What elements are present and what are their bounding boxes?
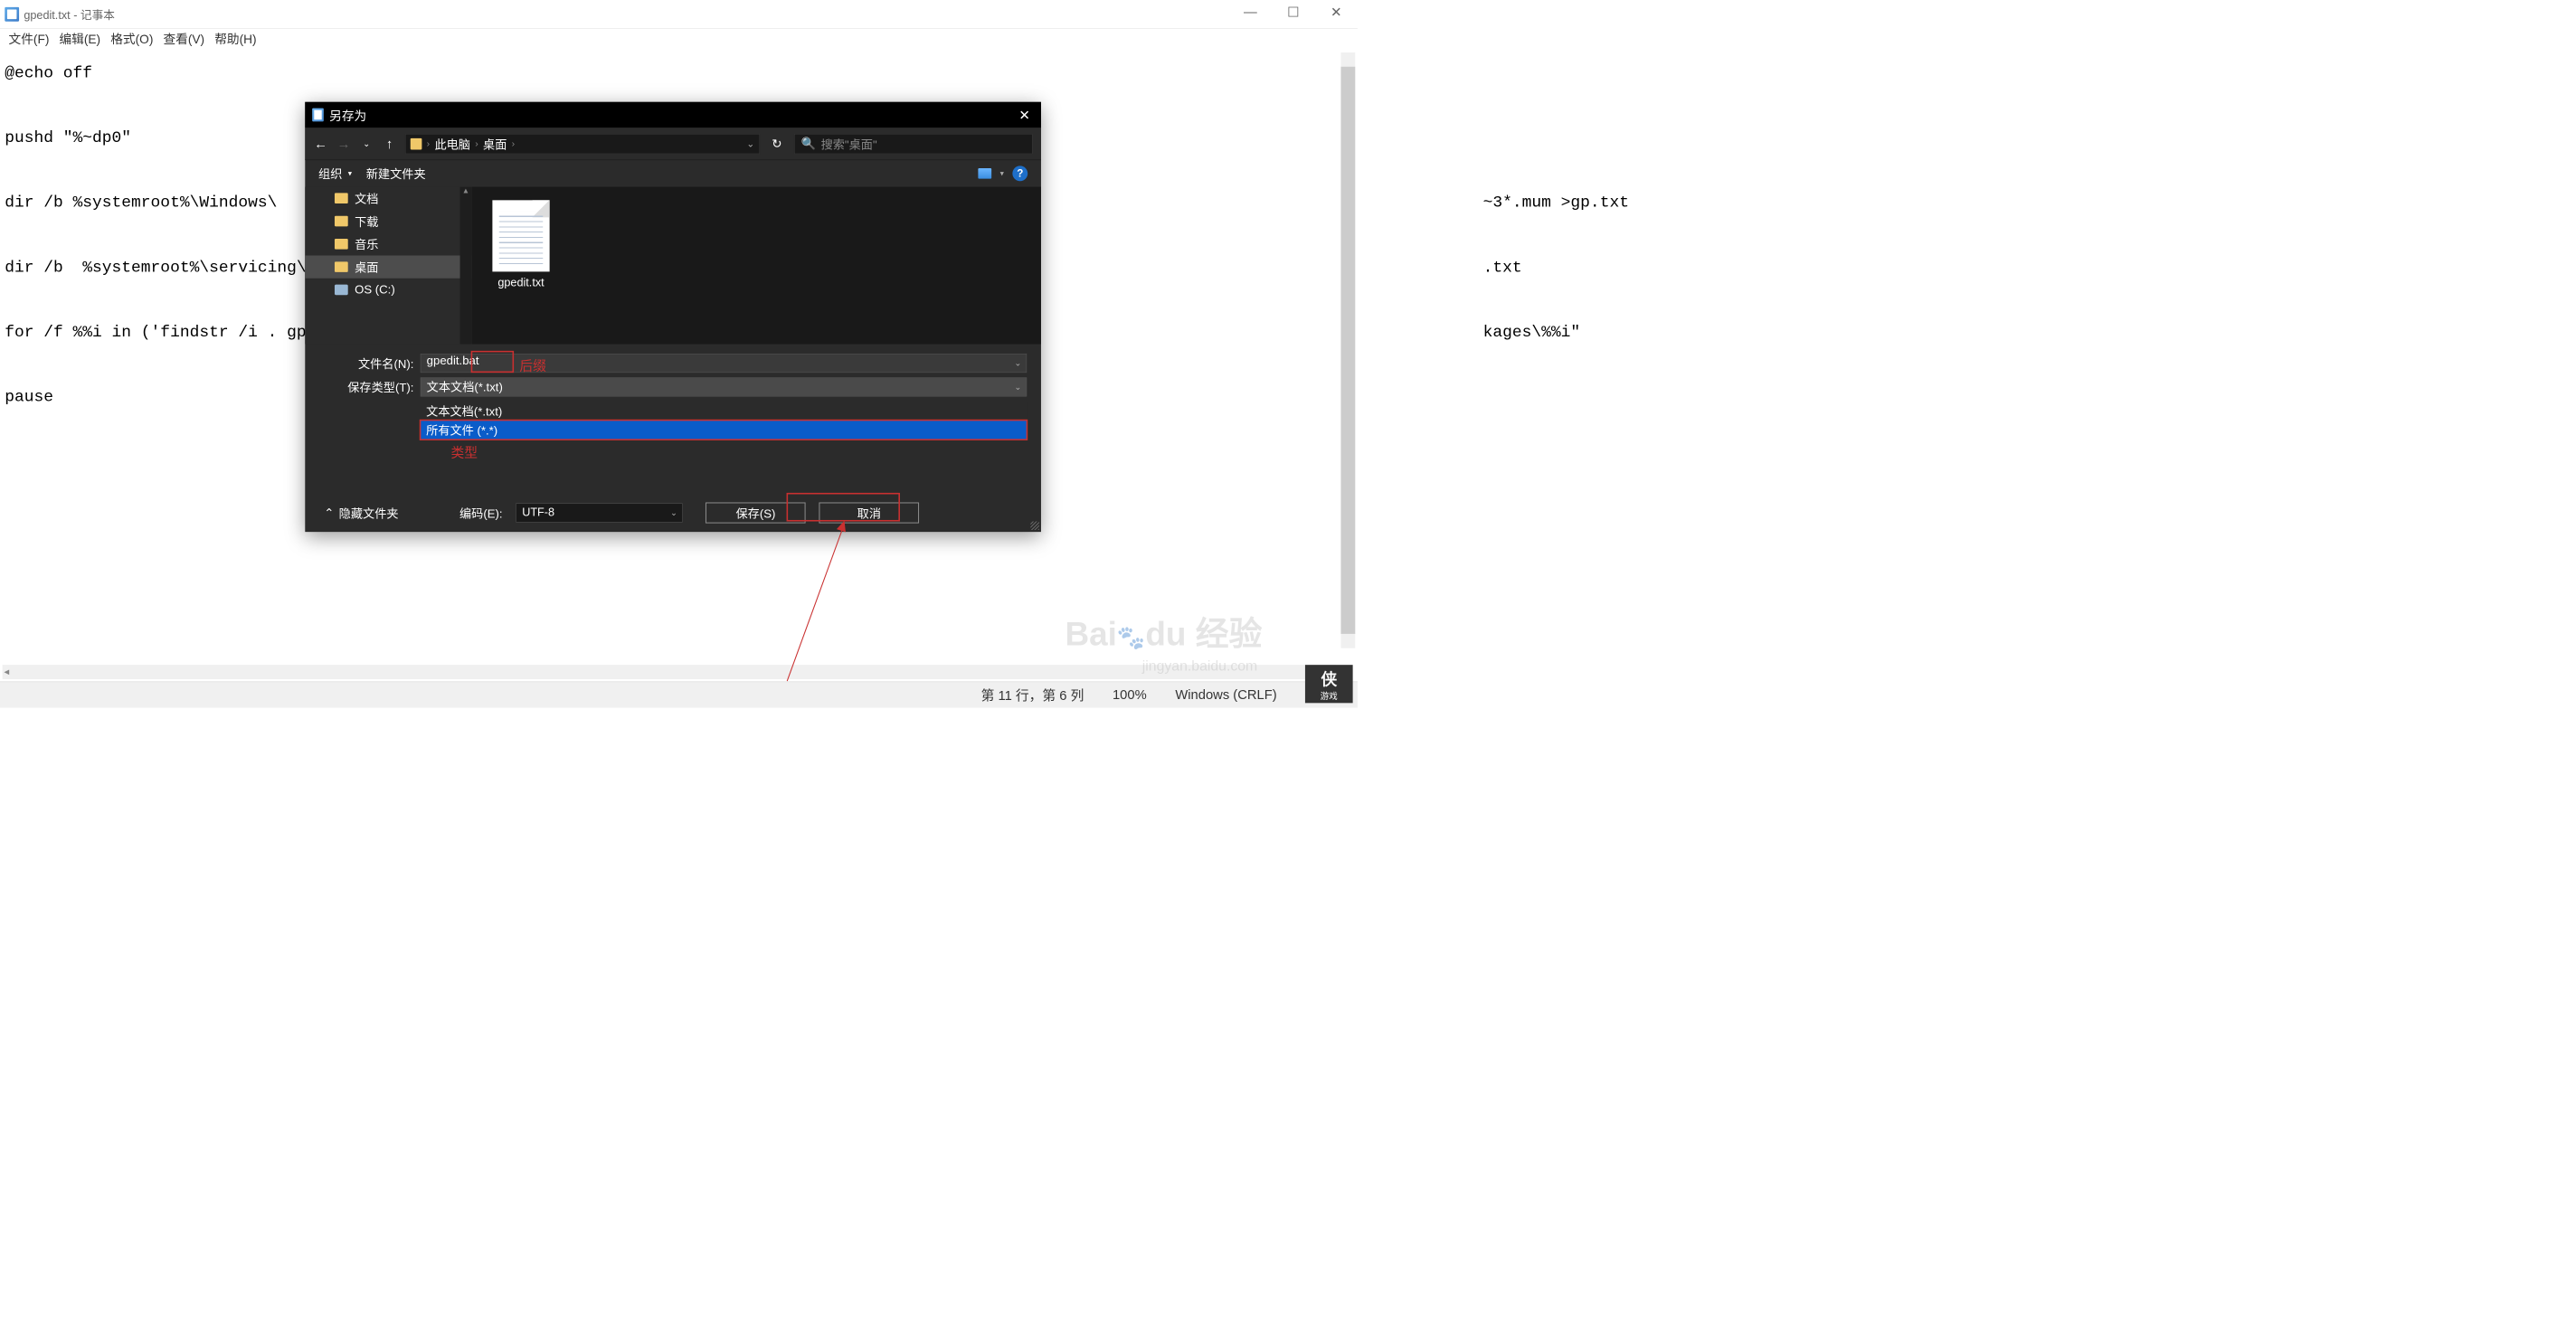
encoding-select[interactable]: UTF-8⌄ [516, 504, 682, 523]
search-input[interactable]: 🔍 搜索"桌面" [794, 134, 1033, 154]
chevron-up-icon: ⌃ [324, 506, 334, 520]
view-dropdown-icon[interactable]: ▾ [1000, 169, 1004, 179]
maximize-button[interactable]: ☐ [1272, 0, 1314, 24]
status-line-ending: Windows (CRLF) [1175, 687, 1276, 703]
up-button[interactable]: ↑ [383, 136, 397, 151]
horizontal-scrollbar[interactable]: ◄► [3, 665, 1337, 679]
save-as-dialog: 另存为 ✕ ← → ⌄ ↑ › 此电脑 › 桌面 › ⌄ ↻ 🔍 搜索"桌面" … [305, 102, 1041, 532]
menu-bar: 文件(F) 编辑(E) 格式(O) 查看(V) 帮助(H) [0, 29, 1358, 48]
menu-help[interactable]: 帮助(H) [211, 28, 260, 48]
dialog-toolbar: 组织▾ 新建文件夹 ▾ ? [305, 160, 1041, 187]
annotation-save-box [787, 493, 900, 522]
filetype-select[interactable]: 文本文档(*.txt)⌄ [421, 377, 1027, 396]
address-dropdown-icon[interactable]: ⌄ [746, 137, 754, 149]
status-zoom: 100% [1113, 687, 1147, 703]
folder-icon [335, 193, 348, 203]
dialog-footer: ⌃隐藏文件夹 编码(E): UTF-8⌄ 保存(S) 取消 [305, 494, 1041, 532]
navigation-bar: ← → ⌄ ↑ › 此电脑 › 桌面 › ⌄ ↻ 🔍 搜索"桌面" [305, 128, 1041, 160]
menu-file[interactable]: 文件(F) [5, 28, 52, 48]
watermark-logo: 侠游戏 [1305, 665, 1353, 703]
annotation-type-box [420, 420, 1028, 440]
filename-label: 文件名(N): [319, 355, 421, 372]
status-bar: 第 11 行，第 6 列 100% Windows (CRLF) UTF-8 [0, 682, 1358, 708]
dialog-title-bar[interactable]: 另存为 ✕ [305, 102, 1041, 128]
watermark-brand: Bai🐾du 经验 [1065, 607, 1262, 655]
disk-icon [335, 285, 348, 296]
hide-folders-toggle[interactable]: ⌃隐藏文件夹 [324, 505, 398, 522]
encoding-label: 编码(E): [459, 505, 503, 522]
notepad-icon [312, 109, 324, 122]
organize-button[interactable]: 组织▾ [318, 165, 352, 182]
filetype-dropdown: 文本文档(*.txt) 所有文件 (*.*) 类型 [421, 402, 1027, 440]
recent-locations-icon[interactable]: ⌄ [359, 138, 374, 148]
menu-view[interactable]: 查看(V) [159, 28, 208, 48]
chevron-right-icon: › [512, 138, 516, 149]
dialog-title: 另存为 [329, 106, 1015, 123]
chevron-right-icon: › [475, 138, 478, 149]
close-button[interactable]: ✕ [1314, 0, 1357, 24]
folder-icon [335, 216, 348, 227]
chevron-right-icon: › [427, 138, 431, 149]
menu-format[interactable]: 格式(O) [107, 28, 157, 48]
breadcrumb-pc[interactable]: 此电脑 [434, 135, 470, 152]
resize-grip[interactable] [1030, 522, 1038, 530]
sidebar-item-downloads[interactable]: 下载 [305, 210, 471, 232]
window-title: gpedit.txt - 记事本 [24, 5, 115, 22]
sidebar-scrollbar[interactable]: ▲ [460, 187, 472, 345]
menu-edit[interactable]: 编辑(E) [55, 28, 104, 48]
status-position: 第 11 行，第 6 列 [981, 686, 1084, 705]
history-dropdown-icon[interactable]: ⌄ [1014, 358, 1021, 368]
address-bar[interactable]: › 此电脑 › 桌面 › ⌄ [405, 134, 760, 154]
file-name-label: gpedit.txt [497, 277, 544, 290]
dropdown-arrow-icon[interactable]: ⌄ [1014, 382, 1021, 392]
search-placeholder: 搜索"桌面" [821, 135, 877, 152]
watermark-url: jingyan.baidu.com [1142, 658, 1257, 675]
breadcrumb-location[interactable]: 桌面 [483, 135, 507, 152]
file-item-gpedit[interactable]: gpedit.txt [485, 200, 556, 330]
forward-button[interactable]: → [336, 136, 351, 151]
sidebar-item-desktop[interactable]: 桌面 [305, 255, 471, 278]
view-mode-button[interactable] [978, 168, 991, 179]
search-icon: 🔍 [801, 137, 816, 150]
new-folder-button[interactable]: 新建文件夹 [366, 165, 426, 182]
help-button[interactable]: ? [1012, 166, 1028, 181]
notepad-title-bar: gpedit.txt - 记事本 — ☐ ✕ [0, 0, 1358, 29]
folder-tree: 文档 下载 音乐 桌面 OS (C:) ▲ [305, 187, 471, 345]
annotation-suffix-box [471, 351, 514, 373]
sidebar-item-music[interactable]: 音乐 [305, 232, 471, 255]
back-button[interactable]: ← [314, 136, 328, 151]
filetype-label: 保存类型(T): [319, 378, 421, 395]
dialog-close-button[interactable]: ✕ [1015, 105, 1034, 124]
file-list[interactable]: gpedit.txt [472, 187, 1041, 345]
refresh-button[interactable]: ↻ [769, 137, 786, 151]
folder-icon [335, 239, 348, 250]
annotation-type: 类型 [451, 442, 478, 461]
minimize-button[interactable]: — [1229, 0, 1272, 24]
desktop-icon [411, 138, 422, 150]
sidebar-item-documents[interactable]: 文档 [305, 187, 471, 210]
filetype-option-txt[interactable]: 文本文档(*.txt) [421, 402, 1027, 421]
notepad-app-icon [5, 7, 19, 22]
vertical-scrollbar[interactable] [1340, 52, 1355, 648]
dropdown-arrow-icon[interactable]: ⌄ [670, 508, 677, 518]
annotation-suffix: 后缀 [519, 355, 546, 374]
sidebar-item-drive-c[interactable]: OS (C:) [305, 279, 471, 301]
folder-icon [335, 261, 348, 272]
text-file-icon [492, 200, 549, 271]
